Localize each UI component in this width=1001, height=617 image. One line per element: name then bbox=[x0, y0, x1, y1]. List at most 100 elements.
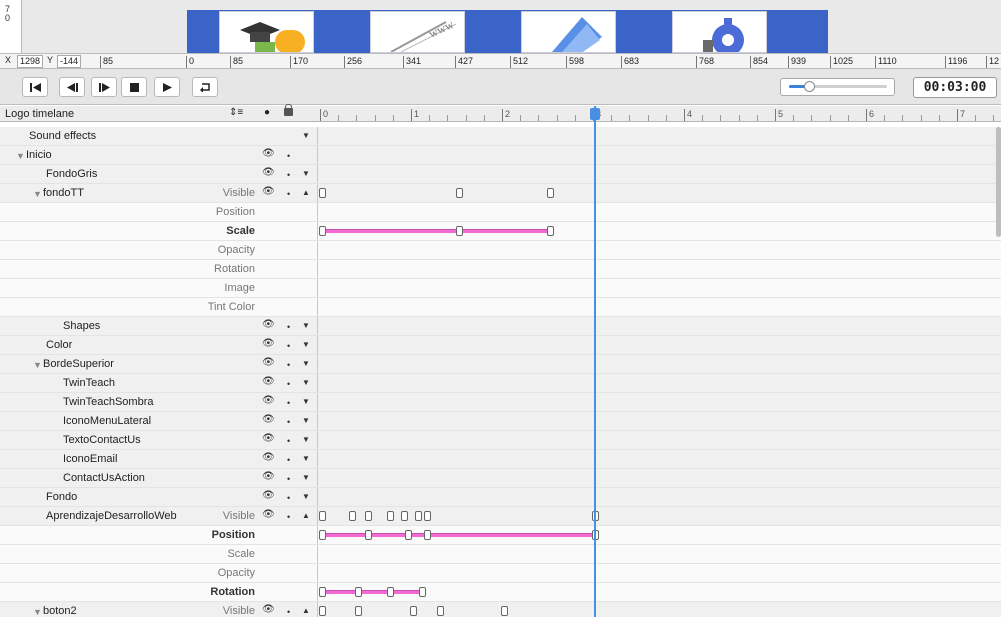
loop-button[interactable] bbox=[192, 77, 218, 97]
tween-bar[interactable] bbox=[322, 229, 550, 233]
keyframe-track[interactable] bbox=[319, 184, 1001, 202]
row-label-area[interactable]: ▼ Inicio 👁 • bbox=[0, 146, 318, 164]
row-label-area[interactable]: Rotation bbox=[0, 583, 318, 601]
expand-properties-icon[interactable]: ▼ bbox=[302, 492, 310, 501]
layer-row[interactable]: FondoGris 👁 • ▼ bbox=[0, 165, 1001, 184]
expand-properties-icon[interactable]: ▼ bbox=[302, 473, 310, 482]
expand-properties-icon[interactable]: ▼ bbox=[302, 454, 310, 463]
playhead-line[interactable] bbox=[594, 106, 596, 617]
keyframe-marker[interactable] bbox=[319, 606, 326, 616]
keyframe-marker[interactable] bbox=[546, 188, 554, 198]
row-label-area[interactable]: TwinTeachSombra 👁 • ▼ bbox=[0, 393, 318, 411]
keyframe-track[interactable] bbox=[319, 545, 1001, 563]
row-label-area[interactable]: Scale bbox=[0, 545, 318, 563]
layer-row[interactable]: Fondo 👁 • ▼ bbox=[0, 488, 1001, 507]
property-row[interactable]: Tint Color bbox=[0, 298, 1001, 317]
visibility-eye-icon[interactable]: 👁 bbox=[262, 319, 275, 330]
disclosure-triangle-icon[interactable]: ▼ bbox=[33, 607, 42, 617]
layer-row[interactable]: IconoMenuLateral 👁 • ▼ bbox=[0, 412, 1001, 431]
y-coord-value[interactable]: -144 bbox=[57, 55, 82, 68]
keyframe-marker[interactable] bbox=[423, 530, 431, 540]
row-label-area[interactable]: ContactUsAction 👁 • ▼ bbox=[0, 469, 318, 487]
visibility-eye-icon[interactable]: 👁 bbox=[262, 148, 275, 159]
row-label-area[interactable]: Fondo 👁 • ▼ bbox=[0, 488, 318, 506]
keyframe-marker[interactable] bbox=[400, 511, 408, 521]
visibility-eye-icon[interactable]: 👁 bbox=[262, 186, 275, 197]
layer-row[interactable]: AprendizajeDesarrolloWeb Visible 👁 • ▲ bbox=[0, 507, 1001, 526]
property-row[interactable]: Image bbox=[0, 279, 1001, 298]
keyframe-track[interactable] bbox=[319, 355, 1001, 373]
lock-dot-icon[interactable]: • bbox=[287, 512, 290, 522]
layer-row[interactable]: TwinTeach 👁 • ▼ bbox=[0, 374, 1001, 393]
collapse-properties-icon[interactable]: ▲ bbox=[302, 606, 310, 615]
keyframe-marker[interactable] bbox=[364, 530, 372, 540]
layer-row[interactable]: Shapes 👁 • ▼ bbox=[0, 317, 1001, 336]
row-label-area[interactable]: Opacity bbox=[0, 564, 318, 582]
layer-row[interactable]: TwinTeachSombra 👁 • ▼ bbox=[0, 393, 1001, 412]
row-label-area[interactable]: TwinTeach 👁 • ▼ bbox=[0, 374, 318, 392]
row-label-area[interactable]: ▼ boton2 Visible 👁 • ▲ bbox=[0, 602, 318, 617]
expand-properties-icon[interactable]: ▼ bbox=[302, 131, 310, 140]
vertical-scrollbar[interactable] bbox=[996, 127, 1001, 237]
keyframe-track[interactable] bbox=[319, 279, 1001, 297]
row-label-area[interactable]: Position bbox=[0, 203, 318, 221]
step-forward-button[interactable] bbox=[91, 77, 117, 97]
keyframe-track[interactable] bbox=[319, 583, 1001, 601]
visibility-eye-icon[interactable]: 👁 bbox=[262, 433, 275, 444]
keyframe-marker[interactable] bbox=[546, 226, 554, 236]
timeline-name[interactable]: Logo timelane bbox=[5, 108, 74, 120]
keyframe-track[interactable] bbox=[319, 241, 1001, 259]
visibility-eye-icon[interactable]: 👁 bbox=[262, 338, 275, 349]
keyframe-track[interactable] bbox=[319, 488, 1001, 506]
keyframe-marker[interactable] bbox=[355, 587, 363, 597]
visibility-eye-icon[interactable]: 👁 bbox=[262, 395, 275, 406]
lock-dot-icon[interactable]: • bbox=[287, 474, 290, 484]
keyframe-marker[interactable] bbox=[387, 511, 395, 521]
keyframe-marker[interactable] bbox=[405, 530, 413, 540]
keyframe-track[interactable] bbox=[319, 450, 1001, 468]
keyframe-track[interactable] bbox=[319, 602, 1001, 617]
lock-dot-icon[interactable]: • bbox=[287, 189, 290, 199]
keyframe-marker[interactable] bbox=[319, 226, 326, 236]
property-row[interactable]: Position bbox=[0, 203, 1001, 222]
row-label-area[interactable]: Sound effects ▼ bbox=[0, 127, 318, 145]
keyframe-marker[interactable] bbox=[410, 606, 417, 616]
layer-row[interactable]: Color 👁 • ▼ bbox=[0, 336, 1001, 355]
disclosure-triangle-icon[interactable]: ▼ bbox=[33, 189, 42, 199]
keyframe-track[interactable] bbox=[319, 526, 1001, 544]
row-label-area[interactable]: ▼ fondoTT Visible 👁 • ▲ bbox=[0, 184, 318, 202]
row-label-area[interactable]: TextoContactUs 👁 • ▼ bbox=[0, 431, 318, 449]
keyframe-marker[interactable] bbox=[319, 587, 326, 597]
keyframe-track[interactable] bbox=[319, 393, 1001, 411]
expand-properties-icon[interactable]: ▼ bbox=[302, 416, 310, 425]
keyframe-marker[interactable] bbox=[423, 511, 431, 521]
row-label-area[interactable]: IconoEmail 👁 • ▼ bbox=[0, 450, 318, 468]
keyframe-marker[interactable] bbox=[319, 188, 326, 198]
playhead-handle[interactable] bbox=[590, 108, 600, 120]
keyframe-marker[interactable] bbox=[319, 511, 326, 521]
play-button[interactable] bbox=[154, 77, 180, 97]
x-coord-value[interactable]: 1298 bbox=[17, 55, 44, 68]
lock-dot-icon[interactable]: • bbox=[287, 436, 290, 446]
property-row[interactable]: Opacity bbox=[0, 241, 1001, 260]
keyframe-marker[interactable] bbox=[414, 511, 422, 521]
step-back-button[interactable] bbox=[59, 77, 85, 97]
row-label-area[interactable]: AprendizajeDesarrolloWeb Visible 👁 • ▲ bbox=[0, 507, 318, 525]
visibility-eye-icon[interactable]: 👁 bbox=[262, 452, 275, 463]
layer-row[interactable]: ▼ Inicio 👁 • bbox=[0, 146, 1001, 165]
visibility-eye-icon[interactable]: 👁 bbox=[262, 604, 275, 615]
lock-icon[interactable] bbox=[284, 104, 293, 116]
row-label-area[interactable]: Opacity bbox=[0, 241, 318, 259]
visibility-eye-icon[interactable]: 👁 bbox=[262, 357, 275, 368]
property-row[interactable]: Opacity bbox=[0, 564, 1001, 583]
lock-dot-icon[interactable]: • bbox=[287, 417, 290, 427]
expand-properties-icon[interactable]: ▼ bbox=[302, 378, 310, 387]
keyframe-track[interactable] bbox=[319, 146, 1001, 164]
property-row[interactable]: Position bbox=[0, 526, 1001, 545]
layer-row[interactable]: ContactUsAction 👁 • ▼ bbox=[0, 469, 1001, 488]
visibility-eye-icon[interactable]: 👁 bbox=[262, 490, 275, 501]
eye-icon[interactable]: ● bbox=[264, 107, 270, 118]
lock-dot-icon[interactable]: • bbox=[287, 360, 290, 370]
row-label-area[interactable]: Position bbox=[0, 526, 318, 544]
stage-canvas[interactable]: www bbox=[187, 10, 828, 53]
